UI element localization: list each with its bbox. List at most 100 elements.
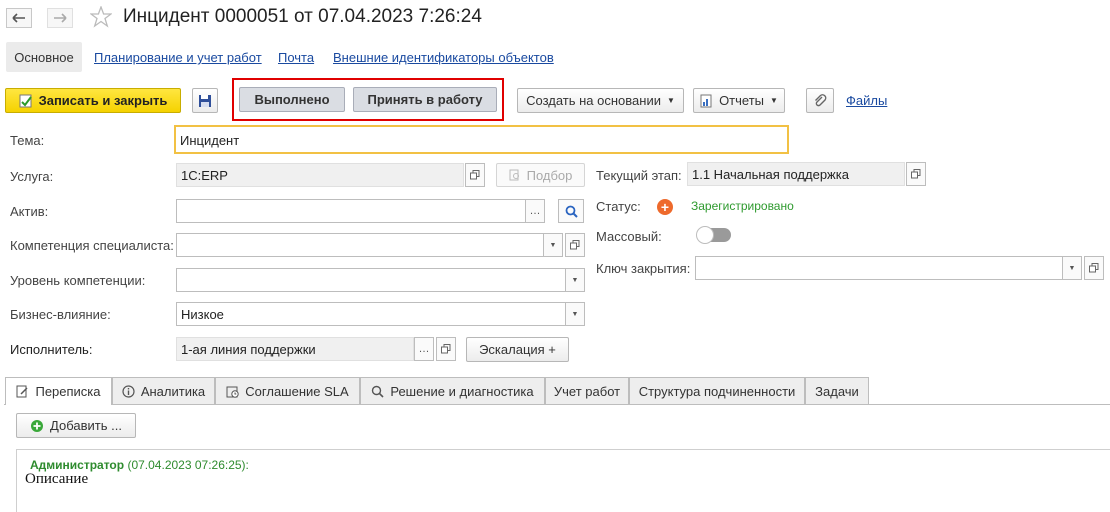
service-field[interactable]: 1С:ERP bbox=[176, 163, 464, 187]
tabs-divider bbox=[4, 404, 1110, 405]
executor-label: Исполнитель: bbox=[10, 342, 93, 357]
reports-label: Отчеты bbox=[719, 93, 764, 108]
tab-correspondence-label: Переписка bbox=[35, 384, 101, 399]
paperclip-icon bbox=[815, 93, 827, 106]
close-key-open-button[interactable] bbox=[1084, 256, 1104, 280]
tab-main[interactable]: Основное bbox=[6, 42, 82, 72]
tab-planning[interactable]: Планирование и учет работ bbox=[94, 50, 262, 65]
status-value: Зарегистрировано bbox=[691, 199, 794, 213]
forward-button[interactable] bbox=[47, 8, 73, 28]
save-doc-icon bbox=[19, 94, 32, 107]
level-label: Уровень компетенции: bbox=[10, 273, 146, 288]
competence-input[interactable] bbox=[176, 233, 544, 257]
select-label: Подбор bbox=[526, 167, 573, 183]
level-input[interactable] bbox=[176, 268, 566, 292]
open-window-icon bbox=[470, 170, 480, 180]
edit-doc-icon bbox=[16, 385, 28, 398]
message-text: Описание bbox=[25, 471, 89, 487]
executor-open-button[interactable] bbox=[436, 337, 456, 361]
tab-tasks[interactable]: Задачи bbox=[805, 377, 869, 404]
arrow-right-icon bbox=[54, 13, 67, 23]
arrow-left-icon bbox=[12, 13, 25, 23]
back-button[interactable] bbox=[6, 8, 32, 28]
status-label: Статус: bbox=[596, 199, 641, 214]
dropdown-arrow-icon: ▼ bbox=[571, 276, 579, 284]
impact-label: Бизнес-влияние: bbox=[10, 307, 111, 322]
tab-external-ids[interactable]: Внешние идентификаторы объектов bbox=[333, 50, 554, 65]
competence-label: Компетенция специалиста: bbox=[10, 238, 174, 253]
files-link[interactable]: Файлы bbox=[846, 93, 887, 108]
tab-correspondence[interactable]: Переписка bbox=[5, 377, 112, 405]
floppy-icon bbox=[199, 94, 211, 107]
search-icon bbox=[565, 205, 578, 218]
tab-mail[interactable]: Почта bbox=[278, 50, 314, 65]
escalation-button[interactable]: Эскалация + bbox=[466, 337, 569, 362]
dropdown-arrow-icon: ▼ bbox=[666, 96, 675, 105]
stage-label: Текущий этап: bbox=[596, 168, 682, 183]
tab-sla-label: Соглашение SLA bbox=[245, 383, 349, 399]
close-key-label: Ключ закрытия: bbox=[596, 261, 691, 276]
save-button[interactable] bbox=[192, 88, 218, 113]
tab-work-log[interactable]: Учет работ bbox=[545, 377, 629, 404]
mass-label: Массовый: bbox=[596, 229, 662, 244]
author-name: Администратор bbox=[30, 458, 125, 472]
toggle-knob bbox=[696, 226, 714, 244]
attach-button[interactable] bbox=[806, 88, 834, 113]
executor-choose-button[interactable]: … bbox=[414, 337, 434, 361]
asset-label: Актив: bbox=[10, 204, 49, 219]
level-dropdown-button[interactable]: ▼ bbox=[565, 268, 585, 292]
search-doc-icon bbox=[509, 169, 519, 181]
page-title: Инцидент 0000051 от 07.04.2023 7:26:24 bbox=[123, 6, 482, 27]
accept-button[interactable]: Принять в работу bbox=[353, 87, 497, 112]
save-close-label: Записать и закрыть bbox=[38, 93, 168, 108]
tab-analytics-label: Аналитика bbox=[140, 383, 206, 399]
done-button[interactable]: Выполнено bbox=[239, 87, 345, 112]
add-message-label: Добавить ... bbox=[50, 418, 122, 433]
message-author: Администратор (07.04.2023 07:26:25): bbox=[30, 458, 249, 472]
asset-search-button[interactable] bbox=[558, 199, 584, 223]
impact-input[interactable]: Низкое bbox=[176, 302, 566, 326]
save-close-button[interactable]: Записать и закрыть bbox=[5, 88, 181, 113]
info-icon bbox=[122, 384, 135, 398]
dropdown-arrow-icon: ▼ bbox=[1068, 264, 1076, 272]
message-timestamp: (07.04.2023 07:26:25): bbox=[127, 458, 249, 472]
open-window-icon bbox=[911, 169, 921, 179]
stage-open-button[interactable] bbox=[906, 162, 926, 186]
search-icon bbox=[372, 385, 384, 398]
asset-choose-button[interactable]: … bbox=[525, 199, 545, 223]
tab-solution-label: Решение и диагностика bbox=[390, 383, 534, 399]
topic-input[interactable]: Инцидент bbox=[174, 125, 789, 154]
close-key-dropdown-button[interactable]: ▼ bbox=[1062, 256, 1082, 280]
open-window-icon bbox=[441, 344, 451, 354]
open-window-icon bbox=[570, 240, 580, 250]
service-label: Услуга: bbox=[10, 169, 54, 184]
add-message-button[interactable]: Добавить ... bbox=[16, 413, 136, 438]
service-open-button[interactable] bbox=[465, 163, 485, 187]
reports-button[interactable]: Отчеты ▼ bbox=[693, 88, 785, 113]
competence-open-button[interactable] bbox=[565, 233, 585, 257]
stage-field[interactable]: 1.1 Начальная поддержка bbox=[687, 162, 905, 186]
tab-structure[interactable]: Структура подчиненности bbox=[629, 377, 805, 404]
report-icon bbox=[700, 94, 712, 107]
executor-field[interactable]: 1-ая линия поддержки bbox=[176, 337, 414, 361]
plus-circle-icon[interactable]: + bbox=[657, 199, 673, 215]
plus-circle-icon bbox=[31, 419, 44, 432]
competence-dropdown-button[interactable]: ▼ bbox=[543, 233, 563, 257]
calendar-clock-icon bbox=[226, 386, 239, 398]
select-button[interactable]: Подбор bbox=[496, 163, 585, 187]
tab-analytics[interactable]: Аналитика bbox=[112, 377, 215, 404]
impact-dropdown-button[interactable]: ▼ bbox=[565, 302, 585, 326]
dropdown-arrow-icon: ▼ bbox=[549, 241, 557, 249]
close-key-input[interactable] bbox=[695, 256, 1063, 280]
favorite-star-icon[interactable] bbox=[90, 6, 112, 28]
create-based-button[interactable]: Создать на основании ▼ bbox=[517, 88, 684, 113]
topic-label: Тема: bbox=[10, 133, 45, 148]
open-window-icon bbox=[1089, 263, 1099, 273]
dropdown-arrow-icon: ▼ bbox=[770, 96, 778, 105]
tab-solution[interactable]: Решение и диагностика bbox=[360, 377, 545, 404]
create-based-label: Создать на основании bbox=[526, 93, 661, 108]
tab-sla[interactable]: Соглашение SLA bbox=[215, 377, 360, 404]
asset-input[interactable] bbox=[176, 199, 526, 223]
dropdown-arrow-icon: ▼ bbox=[571, 310, 579, 318]
mass-toggle[interactable] bbox=[696, 226, 731, 244]
